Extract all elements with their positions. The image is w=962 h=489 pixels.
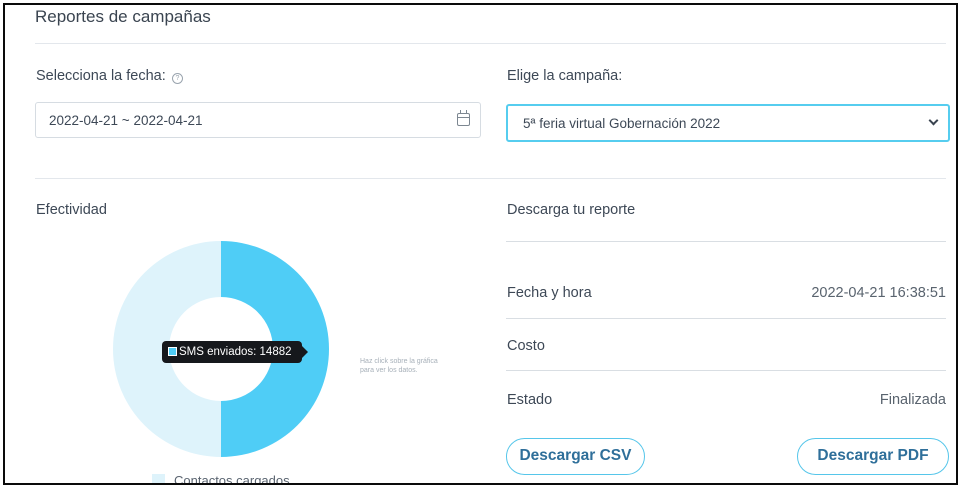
chart-tooltip: SMS enviados: 14882 (162, 341, 308, 363)
effectiveness-donut-chart[interactable] (5, 5, 958, 485)
row-datetime-value: 2022-04-21 16:38:51 (811, 285, 946, 301)
download-pdf-button[interactable]: Descargar PDF (797, 438, 949, 475)
row-datetime-label: Fecha y hora (507, 285, 592, 301)
report-heading: Descarga tu reporte (507, 202, 636, 218)
tooltip-text: SMS enviados: 14882 (179, 346, 292, 358)
legend-swatch-contactos (152, 474, 165, 483)
row-cost-label: Costo (507, 338, 545, 354)
row-status-value: Finalizada (879, 392, 946, 408)
row-divider (506, 370, 946, 371)
report-divider (506, 241, 946, 242)
row-status-label: Estado (507, 392, 553, 408)
tooltip-swatch (168, 347, 177, 356)
reports-panel: Reportes de campañas Selecciona la fecha… (3, 3, 958, 485)
legend-label-contactos[interactable]: Contactos cargados (174, 473, 290, 483)
download-csv-button[interactable]: Descargar CSV (506, 438, 645, 475)
row-divider (506, 318, 946, 319)
chart-hint: Haz click sobre la gráfica para ver los … (360, 358, 438, 374)
